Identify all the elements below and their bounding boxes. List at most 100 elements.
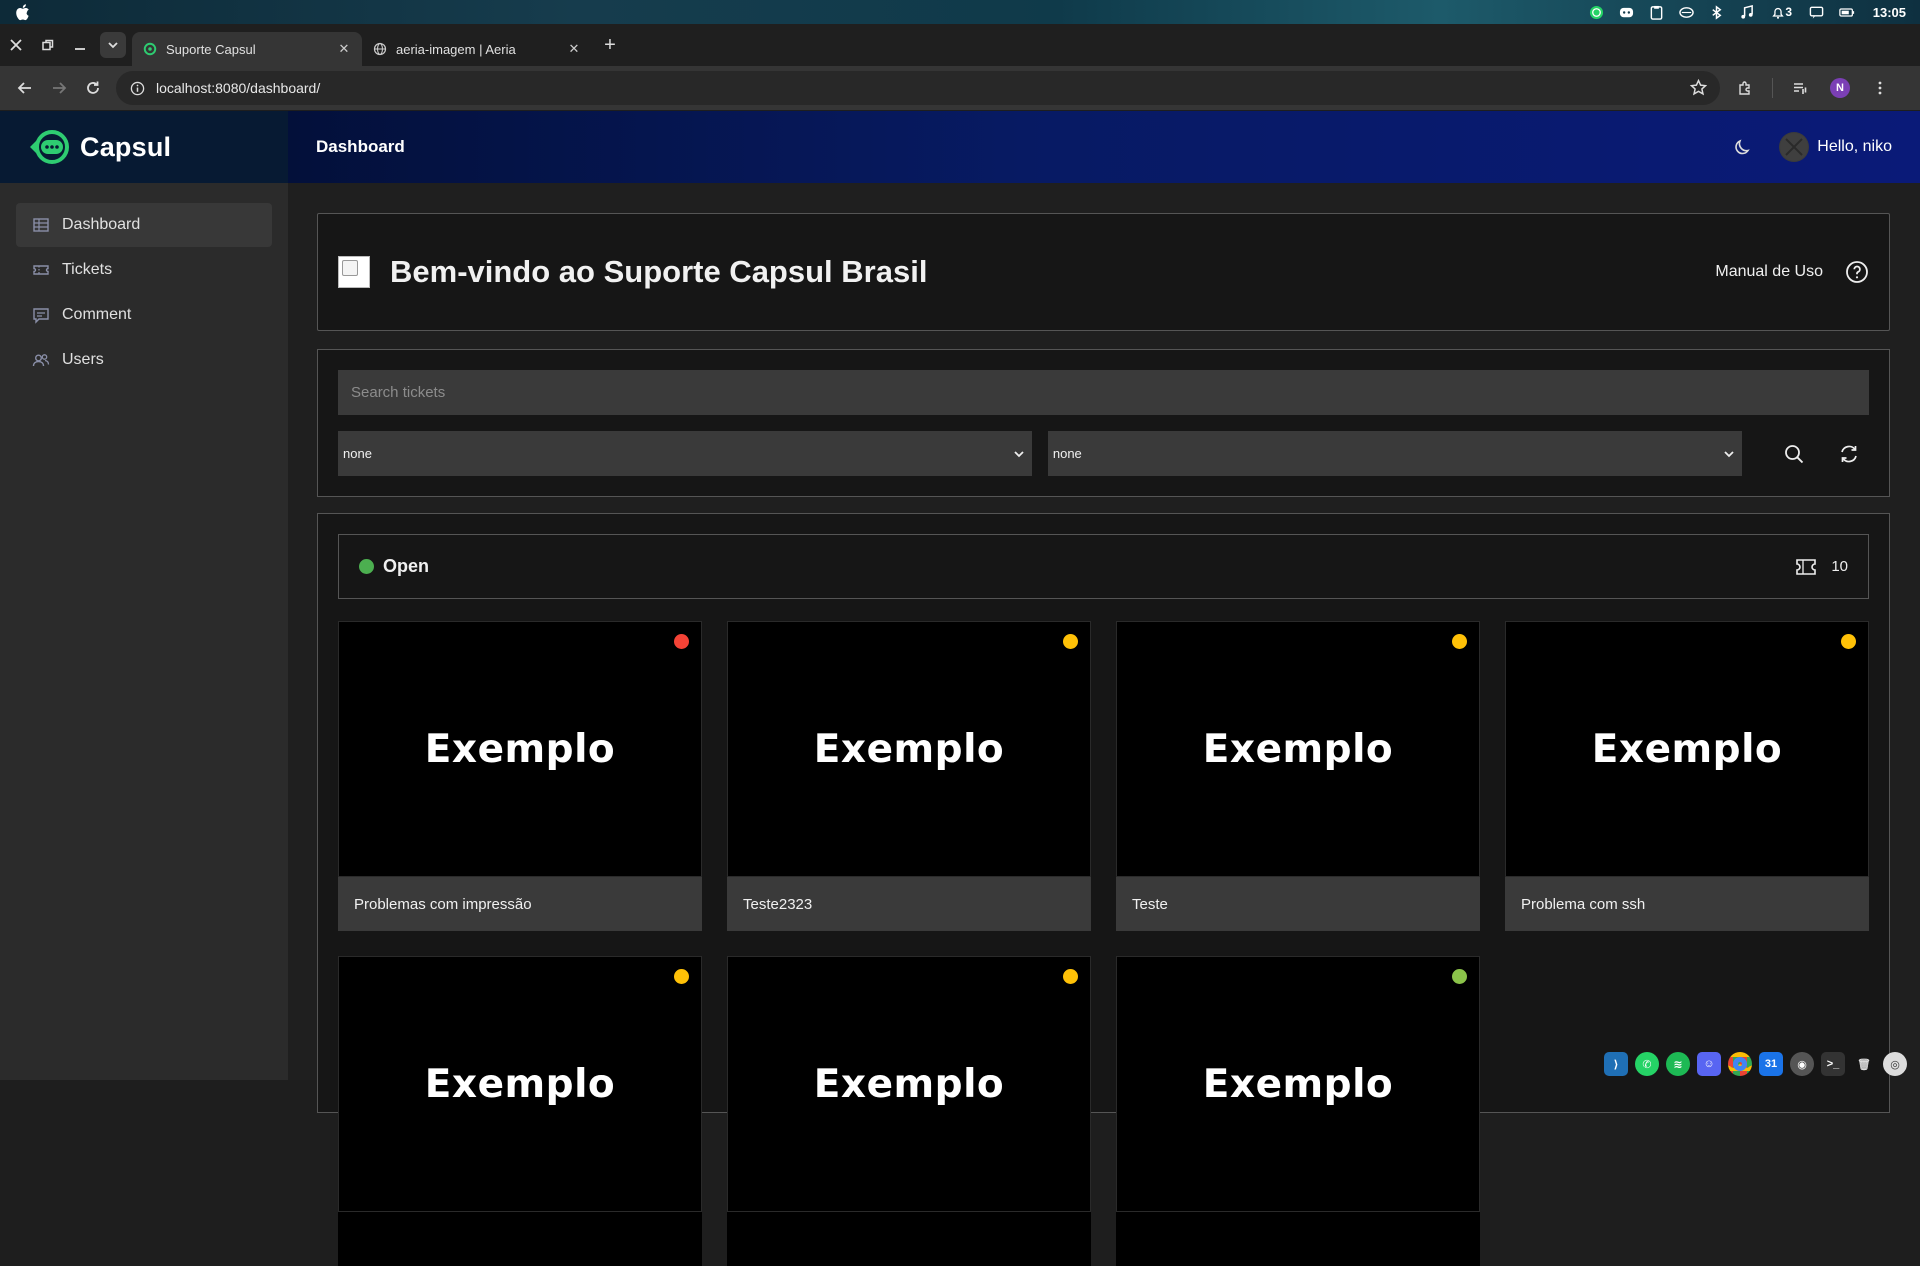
refresh-button[interactable] [1829, 434, 1869, 474]
moon-icon[interactable] [1733, 137, 1753, 157]
os-menu-bar: 3 13:05 [0, 0, 1920, 24]
chevron-down-icon [1724, 450, 1734, 457]
filter-row: none none [338, 431, 1869, 476]
ticket-thumbnail: Exemplo [727, 956, 1091, 1212]
restore-window-icon[interactable] [32, 29, 64, 61]
spotify-icon[interactable]: ≋ [1666, 1052, 1690, 1076]
close-tab-icon[interactable]: ✕ [336, 41, 352, 57]
ticket-card[interactable]: Exemplo Problemas com impressão [338, 621, 702, 931]
bell-icon[interactable]: 3 [1769, 5, 1795, 19]
comment-icon [33, 308, 49, 324]
status-dot [359, 559, 374, 574]
github-icon[interactable]: ◉ [1790, 1052, 1814, 1076]
music-icon[interactable] [1739, 4, 1755, 19]
main-content: Bem-vindo ao Suporte Capsul Brasil Manua… [288, 183, 1920, 1266]
priority-dot [674, 969, 689, 984]
count-value: 10 [1831, 558, 1848, 575]
priority-dot [1452, 969, 1467, 984]
ticket-card[interactable]: Exemplo Teste [1116, 621, 1480, 931]
back-arrow-icon[interactable] [8, 71, 42, 105]
close-tab-icon[interactable]: ✕ [566, 41, 582, 57]
vscode-icon[interactable]: ⟩ [1604, 1052, 1628, 1076]
dock: ⟩ ✆ ≋ ☺ 31 ◉ >_ 🗑 ◎ [1604, 1050, 1907, 1078]
close-window-icon[interactable] [0, 29, 32, 61]
ticket-count: 10 [1795, 557, 1848, 577]
welcome-title: Bem-vindo ao Suporte Capsul Brasil [390, 254, 928, 289]
sidebar-item-users[interactable]: Users [16, 338, 272, 382]
priority-dot [1452, 634, 1467, 649]
search-button[interactable] [1774, 434, 1814, 474]
calendar-icon[interactable]: 31 [1759, 1052, 1783, 1076]
brand-name: Capsul [80, 131, 172, 162]
thumbnail-text: Exemplo [1202, 1061, 1394, 1107]
brand[interactable]: Capsul [0, 111, 288, 183]
apple-icon[interactable] [14, 3, 30, 21]
media-queue-icon[interactable] [1783, 71, 1817, 105]
sidebar-item-tickets[interactable]: Tickets [16, 248, 272, 292]
welcome-panel: Bem-vindo ao Suporte Capsul Brasil Manua… [317, 213, 1890, 331]
browser-toolbar: localhost:8080/dashboard/ N [0, 66, 1920, 110]
whatsapp-icon[interactable] [1589, 5, 1605, 19]
address-bar[interactable]: localhost:8080/dashboard/ [116, 71, 1720, 105]
thumbnail-text: Exemplo [424, 1061, 616, 1107]
tab-suporte-capsul[interactable]: Suporte Capsul ✕ [132, 32, 362, 66]
sidebar-item-dashboard[interactable]: Dashboard [16, 203, 272, 247]
more-menu-icon[interactable] [1863, 71, 1897, 105]
ticket-card[interactable]: Exemplo [727, 956, 1091, 1266]
site-info-icon[interactable] [128, 79, 146, 97]
screenshot-icon[interactable]: ◎ [1883, 1052, 1907, 1076]
tab-search-chevron-down-icon[interactable] [100, 32, 126, 58]
ticket-title: Problema com ssh [1505, 877, 1869, 931]
ticket-card[interactable]: Exemplo [338, 956, 702, 1266]
whatsapp-icon[interactable]: ✆ [1635, 1052, 1659, 1076]
broken-image-icon [338, 256, 370, 288]
clipboard-icon[interactable] [1649, 5, 1665, 20]
ticket-icon [33, 265, 49, 275]
discord-icon[interactable]: ☺ [1697, 1052, 1721, 1076]
ticket-thumbnail: Exemplo [1505, 621, 1869, 877]
manual-link[interactable]: Manual de Uso [1715, 260, 1869, 284]
select-value: none [343, 446, 372, 461]
priority-dot [1063, 969, 1078, 984]
filter-panel: Search tickets none none [317, 349, 1890, 497]
drive-icon[interactable] [1679, 5, 1695, 19]
chat-icon[interactable] [1809, 5, 1825, 19]
chrome-icon[interactable] [1728, 1052, 1752, 1076]
discord-icon[interactable] [1619, 5, 1635, 19]
tab-aeria-imagem[interactable]: aeria-imagem | Aeria ✕ [362, 32, 592, 66]
ticket-thumbnail: Exemplo [1116, 956, 1480, 1212]
priority-select[interactable]: none [1047, 431, 1742, 476]
terminal-icon[interactable]: >_ [1821, 1052, 1845, 1076]
profile-avatar[interactable]: N [1823, 71, 1857, 105]
ticket-thumbnail: Exemplo [727, 621, 1091, 877]
extensions-puzzle-icon[interactable] [1728, 71, 1762, 105]
ticket-card[interactable]: Exemplo Problema com ssh [1505, 621, 1869, 931]
thumbnail-text: Exemplo [813, 1061, 1005, 1107]
new-tab-plus-icon[interactable]: + [596, 31, 624, 59]
profile-initial: N [1830, 78, 1850, 98]
bluetooth-icon[interactable] [1709, 4, 1725, 20]
sidebar-item-comment[interactable]: Comment [16, 293, 272, 337]
tab-title: aeria-imagem | Aeria [396, 41, 516, 57]
forward-arrow-icon[interactable] [42, 71, 76, 105]
user-menu[interactable]: Hello, niko [1779, 132, 1892, 162]
clock[interactable]: 13:05 [1873, 5, 1906, 20]
ticket-card[interactable]: Exemplo [1116, 956, 1480, 1266]
priority-dot [1063, 634, 1078, 649]
status-select[interactable]: none [338, 431, 1032, 476]
search-input[interactable]: Search tickets [338, 370, 1869, 415]
bookmark-star-icon[interactable] [1689, 78, 1708, 97]
priority-dot [674, 634, 689, 649]
ticket-card[interactable]: Exemplo Teste2323 [727, 621, 1091, 931]
thumbnail-text: Exemplo [424, 726, 616, 772]
help-circle-icon[interactable] [1845, 260, 1869, 284]
minimize-window-icon[interactable] [64, 29, 96, 61]
search-icon [1784, 444, 1803, 463]
ticket-title: Teste2323 [727, 877, 1091, 931]
reload-icon[interactable] [76, 71, 110, 105]
trash-icon[interactable]: 🗑 [1852, 1052, 1876, 1076]
notification-count: 3 [1785, 5, 1793, 19]
select-value: none [1052, 446, 1082, 461]
ticket-thumbnail: Exemplo [1116, 621, 1480, 877]
battery-icon[interactable] [1839, 5, 1855, 19]
